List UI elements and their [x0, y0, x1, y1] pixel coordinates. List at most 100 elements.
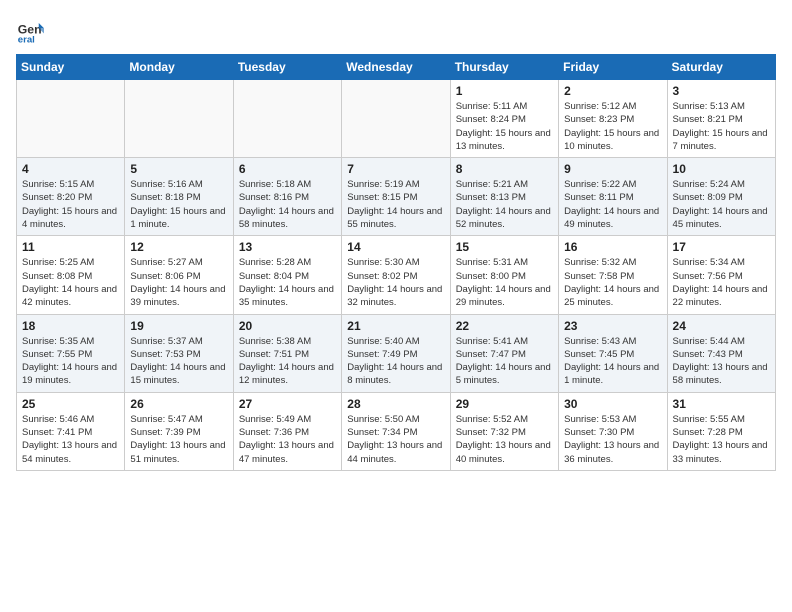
- calendar-cell: 30 Sunrise: 5:53 AM Sunset: 7:30 PM Dayli…: [559, 392, 667, 470]
- cell-info: Sunrise: 5:44 AM Sunset: 7:43 PM Dayligh…: [673, 335, 770, 388]
- calendar-cell: [233, 80, 341, 158]
- header: Gen eral: [16, 16, 776, 44]
- cell-info: Sunrise: 5:16 AM Sunset: 8:18 PM Dayligh…: [130, 178, 227, 231]
- day-number: 18: [22, 319, 119, 333]
- cell-info: Sunrise: 5:41 AM Sunset: 7:47 PM Dayligh…: [456, 335, 553, 388]
- day-number: 24: [673, 319, 770, 333]
- calendar-cell: 10Sunrise: 5:24 AM Sunset: 8:09 PM Dayli…: [667, 158, 775, 236]
- day-number: 1: [456, 84, 553, 98]
- calendar-cell: 17 Sunrise: 5:34 AM Sunset: 7:56 PM Dayli…: [667, 236, 775, 314]
- day-number: 22: [456, 319, 553, 333]
- week-row-1: 1 Sunrise: 5:11 AM Sunset: 8:24 PM Daylig…: [17, 80, 776, 158]
- day-number: 13: [239, 240, 336, 254]
- day-number: 27: [239, 397, 336, 411]
- day-number: 28: [347, 397, 444, 411]
- calendar-cell: [125, 80, 233, 158]
- cell-info: Sunrise: 5:35 AM Sunset: 7:55 PM Dayligh…: [22, 335, 119, 388]
- calendar-cell: 12 Sunrise: 5:27 AM Sunset: 8:06 PM Dayli…: [125, 236, 233, 314]
- cell-info: Sunrise: 5:11 AM Sunset: 8:24 PM Dayligh…: [456, 100, 553, 153]
- day-number: 5: [130, 162, 227, 176]
- calendar-cell: 21 Sunrise: 5:40 AM Sunset: 7:49 PM Dayli…: [342, 314, 450, 392]
- cell-info: Sunrise: 5:53 AM Sunset: 7:30 PM Dayligh…: [564, 413, 661, 466]
- week-row-4: 18 Sunrise: 5:35 AM Sunset: 7:55 PM Dayli…: [17, 314, 776, 392]
- calendar-cell: 18 Sunrise: 5:35 AM Sunset: 7:55 PM Dayli…: [17, 314, 125, 392]
- calendar-table: SundayMondayTuesdayWednesdayThursdayFrid…: [16, 54, 776, 471]
- cell-info: Sunrise: 5:18 AM Sunset: 8:16 PM Dayligh…: [239, 178, 336, 231]
- calendar-cell: 8 Sunrise: 5:21 AM Sunset: 8:13 PM Daylig…: [450, 158, 558, 236]
- day-number: 9: [564, 162, 661, 176]
- cell-info: Sunrise: 5:49 AM Sunset: 7:36 PM Dayligh…: [239, 413, 336, 466]
- day-number: 11: [22, 240, 119, 254]
- cell-info: Sunrise: 5:55 AM Sunset: 7:28 PM Dayligh…: [673, 413, 770, 466]
- cell-info: Sunrise: 5:24 AM Sunset: 8:09 PM Dayligh…: [673, 178, 770, 231]
- calendar-cell: 22 Sunrise: 5:41 AM Sunset: 7:47 PM Dayli…: [450, 314, 558, 392]
- calendar-cell: 25Sunrise: 5:46 AM Sunset: 7:41 PM Dayli…: [17, 392, 125, 470]
- calendar-cell: 15Sunrise: 5:31 AM Sunset: 8:00 PM Dayli…: [450, 236, 558, 314]
- cell-info: Sunrise: 5:30 AM Sunset: 8:02 PM Dayligh…: [347, 256, 444, 309]
- header-day-wednesday: Wednesday: [342, 55, 450, 80]
- header-day-monday: Monday: [125, 55, 233, 80]
- calendar-cell: 3 Sunrise: 5:13 AM Sunset: 8:21 PM Daylig…: [667, 80, 775, 158]
- day-number: 20: [239, 319, 336, 333]
- calendar-cell: 24 Sunrise: 5:44 AM Sunset: 7:43 PM Dayli…: [667, 314, 775, 392]
- day-number: 30: [564, 397, 661, 411]
- cell-info: Sunrise: 5:13 AM Sunset: 8:21 PM Dayligh…: [673, 100, 770, 153]
- day-number: 12: [130, 240, 227, 254]
- cell-info: Sunrise: 5:37 AM Sunset: 7:53 PM Dayligh…: [130, 335, 227, 388]
- cell-info: Sunrise: 5:34 AM Sunset: 7:56 PM Dayligh…: [673, 256, 770, 309]
- day-number: 2: [564, 84, 661, 98]
- cell-info: Sunrise: 5:19 AM Sunset: 8:15 PM Dayligh…: [347, 178, 444, 231]
- cell-info: Sunrise: 5:12 AM Sunset: 8:23 PM Dayligh…: [564, 100, 661, 153]
- day-number: 31: [673, 397, 770, 411]
- calendar-cell: 6Sunrise: 5:18 AM Sunset: 8:16 PM Daylig…: [233, 158, 341, 236]
- cell-info: Sunrise: 5:43 AM Sunset: 7:45 PM Dayligh…: [564, 335, 661, 388]
- header-day-tuesday: Tuesday: [233, 55, 341, 80]
- day-number: 8: [456, 162, 553, 176]
- header-day-thursday: Thursday: [450, 55, 558, 80]
- cell-info: Sunrise: 5:25 AM Sunset: 8:08 PM Dayligh…: [22, 256, 119, 309]
- logo-icon: Gen eral: [16, 16, 44, 44]
- calendar-cell: [342, 80, 450, 158]
- calendar-cell: 4 Sunrise: 5:15 AM Sunset: 8:20 PM Daylig…: [17, 158, 125, 236]
- header-day-sunday: Sunday: [17, 55, 125, 80]
- week-row-5: 25Sunrise: 5:46 AM Sunset: 7:41 PM Dayli…: [17, 392, 776, 470]
- day-number: 26: [130, 397, 227, 411]
- day-number: 21: [347, 319, 444, 333]
- cell-info: Sunrise: 5:28 AM Sunset: 8:04 PM Dayligh…: [239, 256, 336, 309]
- cell-info: Sunrise: 5:47 AM Sunset: 7:39 PM Dayligh…: [130, 413, 227, 466]
- day-number: 17: [673, 240, 770, 254]
- calendar-cell: 7 Sunrise: 5:19 AM Sunset: 8:15 PM Daylig…: [342, 158, 450, 236]
- cell-info: Sunrise: 5:40 AM Sunset: 7:49 PM Dayligh…: [347, 335, 444, 388]
- calendar-cell: 29 Sunrise: 5:52 AM Sunset: 7:32 PM Dayli…: [450, 392, 558, 470]
- calendar-cell: 2 Sunrise: 5:12 AM Sunset: 8:23 PM Daylig…: [559, 80, 667, 158]
- day-number: 19: [130, 319, 227, 333]
- day-number: 25: [22, 397, 119, 411]
- cell-info: Sunrise: 5:27 AM Sunset: 8:06 PM Dayligh…: [130, 256, 227, 309]
- day-number: 29: [456, 397, 553, 411]
- cell-info: Sunrise: 5:52 AM Sunset: 7:32 PM Dayligh…: [456, 413, 553, 466]
- calendar-cell: 31 Sunrise: 5:55 AM Sunset: 7:28 PM Dayli…: [667, 392, 775, 470]
- header-row: SundayMondayTuesdayWednesdayThursdayFrid…: [17, 55, 776, 80]
- logo: Gen eral: [16, 16, 46, 44]
- calendar-cell: 28Sunrise: 5:50 AM Sunset: 7:34 PM Dayli…: [342, 392, 450, 470]
- day-number: 4: [22, 162, 119, 176]
- calendar-cell: 16Sunrise: 5:32 AM Sunset: 7:58 PM Dayli…: [559, 236, 667, 314]
- header-day-saturday: Saturday: [667, 55, 775, 80]
- calendar-cell: 23 Sunrise: 5:43 AM Sunset: 7:45 PM Dayli…: [559, 314, 667, 392]
- svg-text:eral: eral: [18, 34, 35, 44]
- calendar-cell: 11 Sunrise: 5:25 AM Sunset: 8:08 PM Dayli…: [17, 236, 125, 314]
- day-number: 23: [564, 319, 661, 333]
- day-number: 7: [347, 162, 444, 176]
- calendar-cell: 20 Sunrise: 5:38 AM Sunset: 7:51 PM Dayli…: [233, 314, 341, 392]
- calendar-cell: [17, 80, 125, 158]
- page: Gen eral SundayMondayTuesdayWednesdayThu…: [0, 0, 792, 481]
- day-number: 15: [456, 240, 553, 254]
- cell-info: Sunrise: 5:38 AM Sunset: 7:51 PM Dayligh…: [239, 335, 336, 388]
- calendar-cell: 14 Sunrise: 5:30 AM Sunset: 8:02 PM Dayli…: [342, 236, 450, 314]
- calendar-cell: 27 Sunrise: 5:49 AM Sunset: 7:36 PM Dayli…: [233, 392, 341, 470]
- day-number: 14: [347, 240, 444, 254]
- cell-info: Sunrise: 5:21 AM Sunset: 8:13 PM Dayligh…: [456, 178, 553, 231]
- calendar-cell: 13 Sunrise: 5:28 AM Sunset: 8:04 PM Dayli…: [233, 236, 341, 314]
- cell-info: Sunrise: 5:15 AM Sunset: 8:20 PM Dayligh…: [22, 178, 119, 231]
- day-number: 3: [673, 84, 770, 98]
